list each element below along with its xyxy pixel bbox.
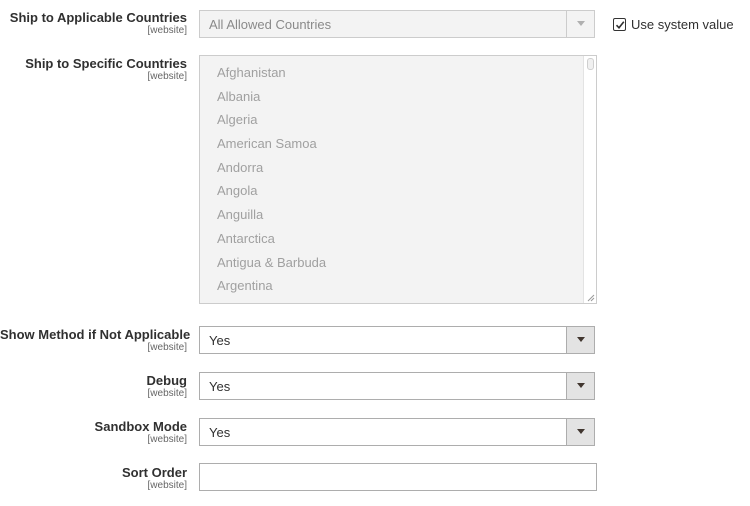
specific-countries-multiselect[interactable]: Afghanistan Albania Algeria American Sam…	[199, 55, 597, 304]
field-label-applicable-countries: Ship to Applicable Countries [website]	[0, 10, 187, 36]
label-title: Show Method if Not Applicable	[0, 327, 191, 342]
use-system-value-checkbox[interactable]	[613, 17, 626, 31]
resize-handle-icon[interactable]	[587, 294, 595, 302]
scope-label: [website]	[147, 25, 187, 36]
country-option[interactable]: Antarctica	[217, 230, 326, 254]
country-option[interactable]: Algeria	[217, 111, 326, 135]
field-label-debug: Debug [website]	[0, 373, 187, 399]
chevron-down-icon	[577, 21, 585, 26]
country-option[interactable]: American Samoa	[217, 135, 326, 159]
dropdown-button[interactable]	[566, 373, 594, 399]
country-option[interactable]: Angola	[217, 182, 326, 206]
label-title: Debug	[146, 373, 187, 388]
checkmark-icon	[615, 20, 625, 29]
scrollbar-thumb[interactable]	[587, 58, 594, 70]
scope-label: [website]	[147, 480, 187, 491]
country-list: Afghanistan Albania Algeria American Sam…	[217, 64, 326, 301]
dropdown-button[interactable]	[566, 419, 594, 445]
sort-order-input[interactable]	[199, 463, 597, 491]
select-value: All Allowed Countries	[209, 17, 332, 32]
scope-label: [website]	[147, 342, 187, 353]
select-value: Yes	[209, 333, 231, 348]
use-system-value-toggle[interactable]: Use system value	[613, 16, 734, 32]
show-method-select[interactable]: Yes	[199, 326, 595, 354]
field-label-sort-order: Sort Order [website]	[0, 465, 187, 491]
applicable-countries-select[interactable]: All Allowed Countries	[199, 10, 595, 38]
country-option[interactable]: Argentina	[217, 277, 326, 301]
country-option[interactable]: Albania	[217, 88, 326, 112]
field-label-specific-countries: Ship to Specific Countries [website]	[0, 56, 187, 82]
scope-label: [website]	[147, 434, 187, 445]
label-title: Ship to Applicable Countries	[9, 10, 187, 25]
label-title: Sandbox Mode	[94, 419, 187, 434]
chevron-down-icon	[577, 337, 585, 342]
country-option[interactable]: Andorra	[217, 159, 326, 183]
chevron-down-icon	[577, 383, 585, 388]
use-system-value-label: Use system value	[631, 16, 734, 32]
scope-label: [website]	[147, 388, 187, 399]
dropdown-button[interactable]	[566, 327, 594, 353]
label-title: Sort Order	[121, 465, 187, 480]
dropdown-button[interactable]	[566, 11, 594, 37]
scrollbar[interactable]	[583, 56, 596, 303]
scope-label: [website]	[147, 71, 187, 82]
select-value: Yes	[209, 425, 231, 440]
country-option[interactable]: Afghanistan	[217, 64, 326, 88]
select-value: Yes	[209, 379, 231, 394]
debug-select[interactable]: Yes	[199, 372, 595, 400]
label-title: Ship to Specific Countries	[25, 56, 187, 71]
country-option[interactable]: Antigua & Barbuda	[217, 254, 326, 278]
field-label-show-method: Show Method if Not Applicable [website]	[0, 327, 191, 353]
field-label-sandbox: Sandbox Mode [website]	[0, 419, 187, 445]
chevron-down-icon	[577, 429, 585, 434]
sandbox-mode-select[interactable]: Yes	[199, 418, 595, 446]
country-option[interactable]: Anguilla	[217, 206, 326, 230]
